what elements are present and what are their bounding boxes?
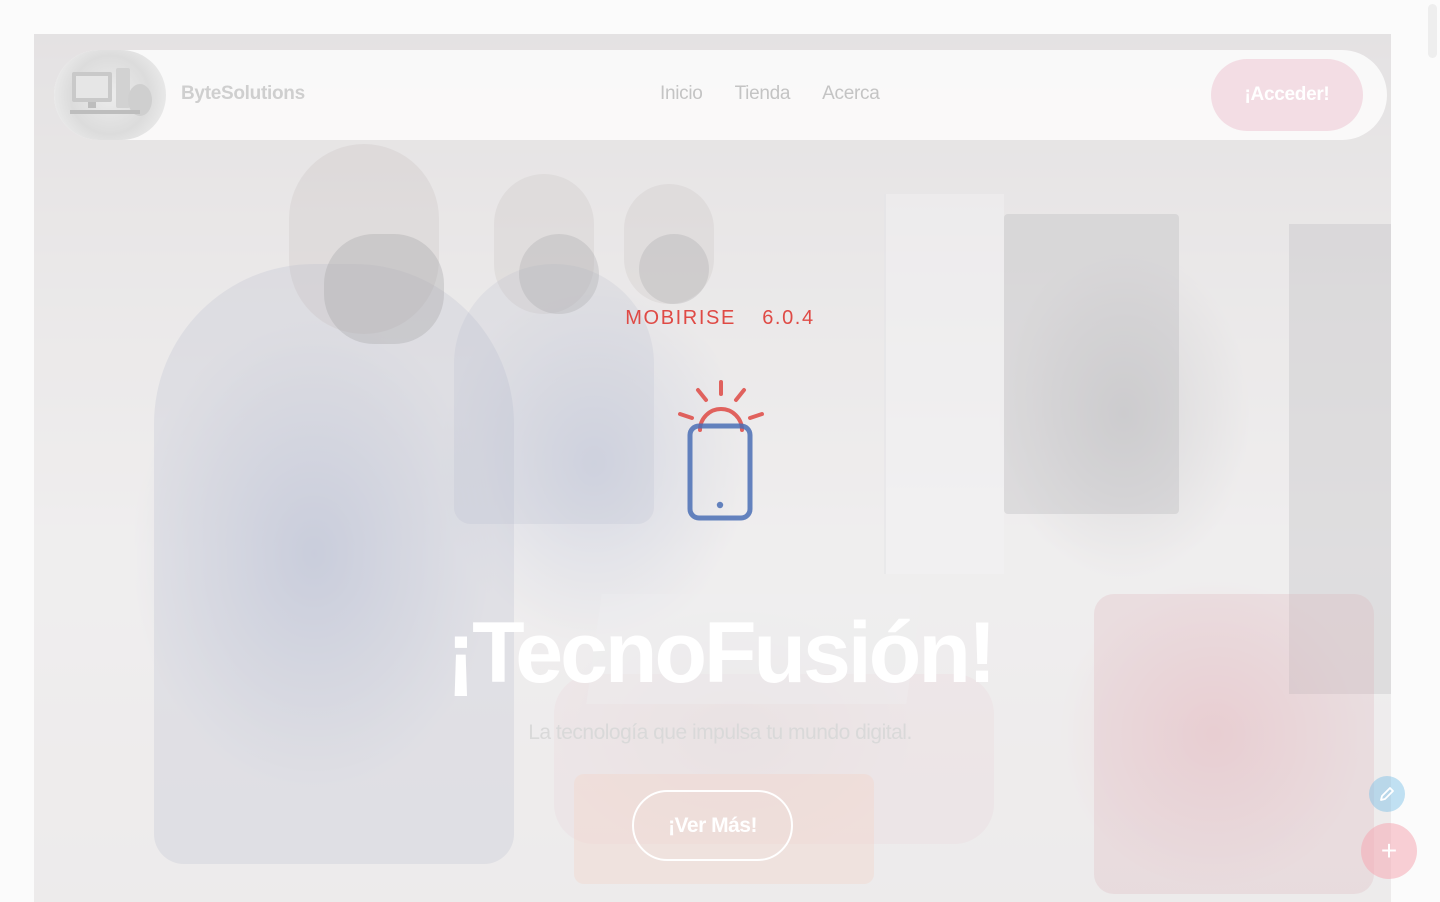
hero-kicker: MOBIRISE 6.0.4 xyxy=(625,307,815,329)
navbar: ByteSolutions Inicio Tienda Acerca ¡Acce… xyxy=(54,50,1387,140)
brand-logo[interactable] xyxy=(54,50,166,140)
page: ByteSolutions Inicio Tienda Acerca ¡Acce… xyxy=(0,0,1440,902)
brand-name[interactable]: ByteSolutions xyxy=(181,83,305,105)
phone-alert-icon xyxy=(676,378,766,529)
add-floating-button[interactable]: + xyxy=(1361,823,1417,879)
pencil-icon xyxy=(1380,787,1394,801)
login-button[interactable]: ¡Acceder! xyxy=(1211,59,1363,131)
edit-floating-button[interactable] xyxy=(1369,776,1405,812)
logo-image-icon xyxy=(70,68,152,116)
nav-link-tienda[interactable]: Tienda xyxy=(735,83,791,105)
hero-title: ¡TecnoFusión! xyxy=(446,605,996,701)
nav-link-inicio[interactable]: Inicio xyxy=(660,83,703,105)
hero-subtitle: La tecnología que impulsa tu mundo digit… xyxy=(528,721,912,744)
nav-link-acerca[interactable]: Acerca xyxy=(822,83,880,105)
scrollbar[interactable] xyxy=(1424,0,1440,902)
plus-icon: + xyxy=(1380,835,1398,866)
see-more-button[interactable]: ¡Ver Más! xyxy=(632,790,793,861)
nav-links: Inicio Tienda Acerca xyxy=(660,83,880,105)
scrollbar-thumb[interactable] xyxy=(1428,4,1437,58)
